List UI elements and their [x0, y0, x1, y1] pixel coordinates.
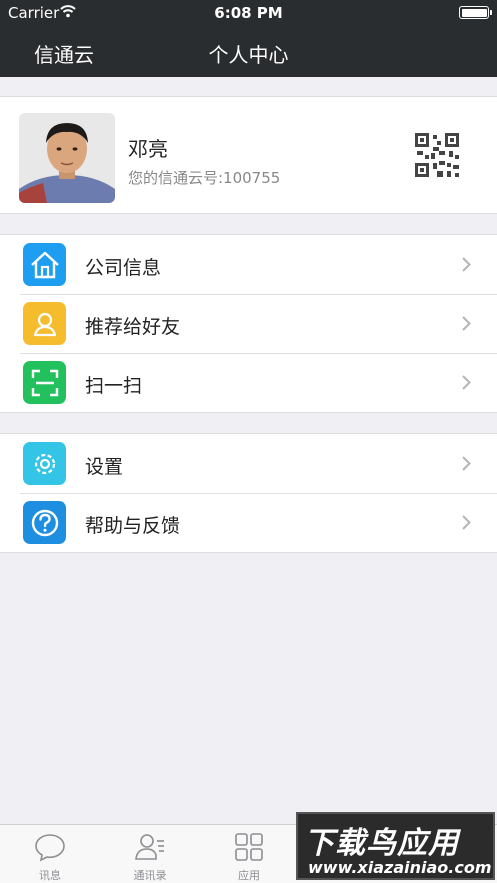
menu-group-1: 公司信息 推荐给好友 扫一扫 — [0, 234, 497, 413]
menu-item-label: 扫一扫 — [85, 375, 143, 397]
chevron-right-icon — [462, 456, 471, 471]
chevron-right-icon — [462, 515, 471, 530]
house-icon — [23, 243, 66, 286]
menu-item-label: 设置 — [85, 456, 124, 478]
menu-item-recommend[interactable]: 推荐给好友 — [0, 294, 497, 353]
menu-item-scan[interactable]: 扫一扫 — [0, 353, 497, 412]
watermark-title: 下载鸟应用 — [304, 826, 459, 861]
avatar[interactable] — [19, 113, 115, 203]
person-icon — [23, 302, 66, 345]
apps-grid-icon — [235, 833, 263, 861]
status-bar: Carrier 6:08 PM — [0, 0, 497, 26]
tab-contacts[interactable]: 通讯录 — [100, 825, 200, 883]
menu-group-2: 设置 帮助与反馈 — [0, 433, 497, 553]
menu-item-help-feedback[interactable]: 帮助与反馈 — [0, 493, 497, 552]
menu-item-settings[interactable]: 设置 — [0, 434, 497, 493]
tab-messages[interactable]: 讯息 — [0, 825, 100, 883]
page-title: 个人中心 — [208, 43, 289, 67]
chevron-right-icon — [462, 375, 471, 390]
chevron-right-icon — [462, 257, 471, 272]
profile-name: 邓亮 — [128, 137, 168, 161]
menu-item-company-info[interactable]: 公司信息 — [0, 235, 497, 294]
profile-card[interactable]: 邓亮 您的信通云号:100755 — [0, 96, 497, 214]
battery-icon — [459, 6, 492, 19]
watermark-logo: 下载鸟应用 www.xiazainiao.com — [296, 812, 495, 880]
help-icon — [23, 501, 66, 544]
tab-apps[interactable]: 应用 — [199, 825, 299, 883]
menu-item-label: 推荐给好友 — [85, 316, 181, 338]
tab-label: 讯息 — [39, 869, 61, 882]
tab-label: 通讯录 — [133, 869, 167, 882]
menu-item-label: 帮助与反馈 — [85, 515, 181, 537]
contacts-icon — [135, 834, 164, 860]
profile-account-id: 您的信通云号:100755 — [128, 169, 281, 187]
tab-label: 应用 — [238, 869, 260, 882]
scan-icon — [23, 361, 66, 404]
watermark-url: www.xiazainiao.com — [308, 858, 492, 877]
qr-code-icon[interactable] — [415, 133, 459, 177]
gear-icon — [23, 442, 66, 485]
menu-item-label: 公司信息 — [85, 257, 162, 279]
navigation-bar: 信通云 个人中心 — [0, 26, 497, 77]
chevron-right-icon — [462, 316, 471, 331]
chat-bubble-icon — [35, 834, 65, 862]
status-time: 6:08 PM — [214, 4, 283, 22]
